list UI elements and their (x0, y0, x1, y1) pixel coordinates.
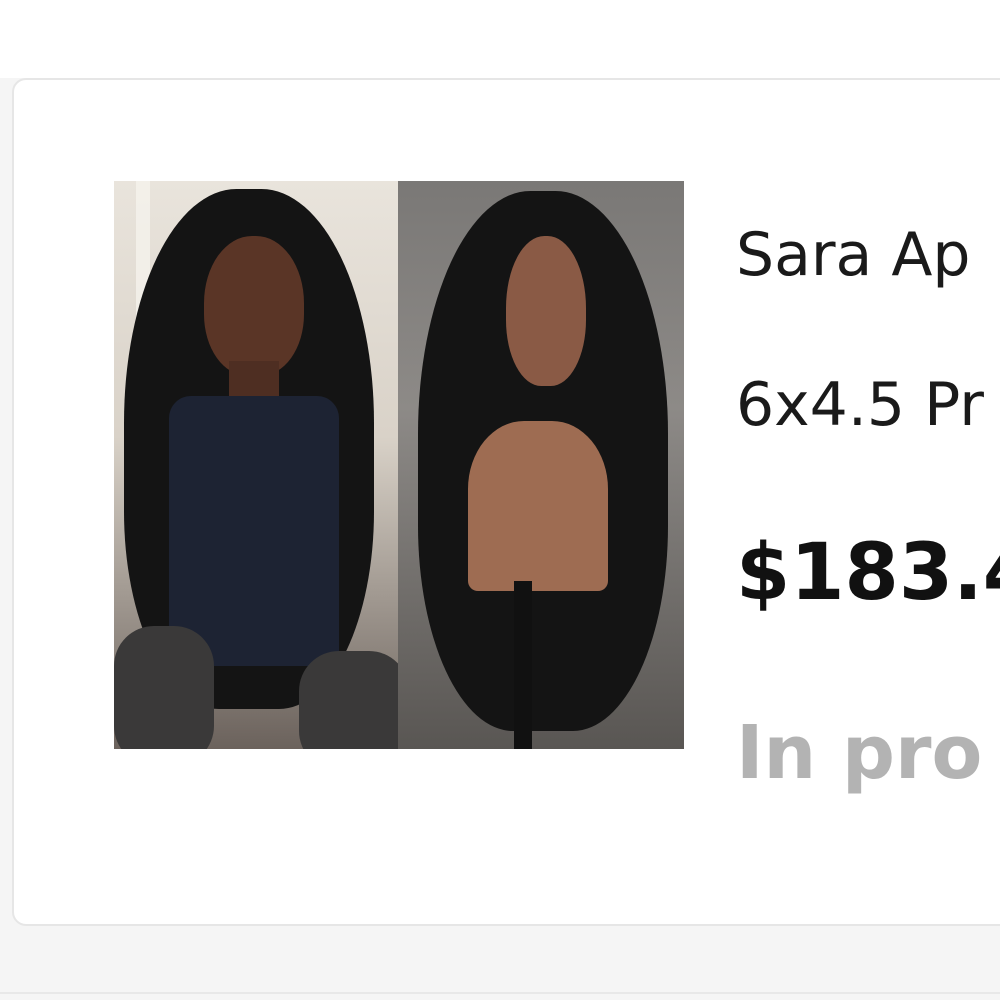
mannequin-photo (398, 181, 684, 749)
top-bar (0, 0, 1000, 78)
model-photo (114, 181, 398, 749)
product-title[interactable]: Sara Ap (736, 220, 971, 290)
order-status: In pro (736, 710, 983, 796)
order-item-card[interactable]: Sara Ap 6x4.5 Pr $183.4 In pro (12, 78, 1000, 926)
divider (0, 992, 1000, 994)
product-thumbnail[interactable] (114, 181, 684, 749)
product-price: $183.4 (736, 528, 1000, 618)
product-variant: 6x4.5 Pr (736, 370, 984, 440)
